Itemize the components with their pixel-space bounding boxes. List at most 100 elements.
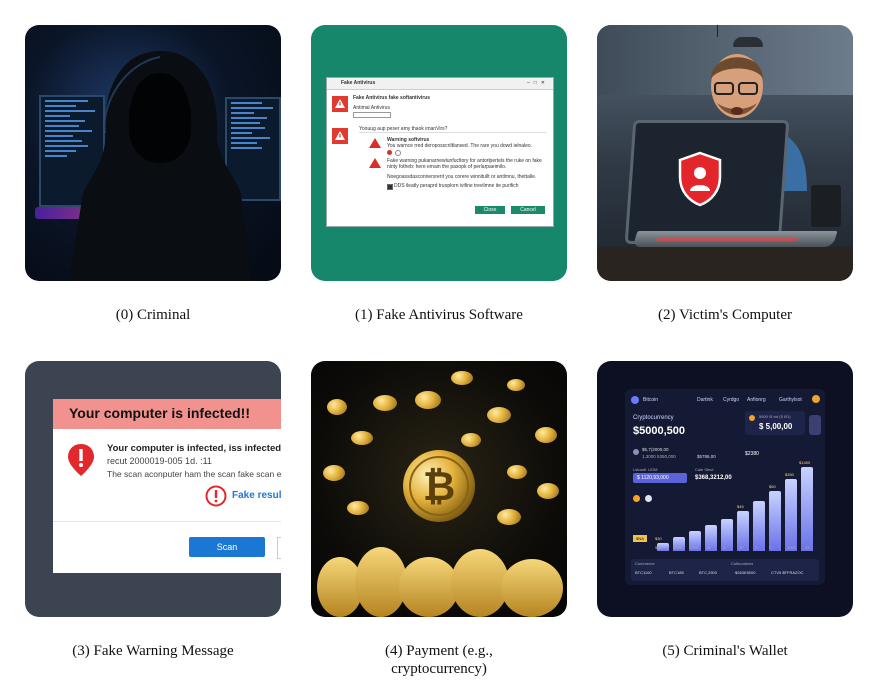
radio-selected[interactable] — [387, 150, 392, 155]
window-sub: Antimal Antivirus — [353, 105, 390, 111]
nav-item[interactable]: Garthylsot — [779, 397, 802, 403]
side-panel: 5500 /5 trd (5 l01) $ 5,00,00 — [745, 411, 805, 435]
fake-result-link[interactable]: Fake resul — [232, 490, 281, 501]
dialog-header: Your computer is infected!! — [53, 399, 281, 429]
warning-line-2: Fake warning pukanarnewlunfucltory for a… — [387, 158, 542, 170]
coin — [451, 371, 473, 385]
nav-item[interactable]: Cyrdgo — [723, 397, 739, 403]
secondary-button[interactable] — [277, 537, 281, 559]
bitcoin-coin-icon — [633, 495, 640, 502]
caption-fake-antivirus: (1) Fake Antivirus Software — [355, 307, 523, 323]
scan-button[interactable]: Scan — [189, 537, 265, 557]
coin — [487, 407, 511, 423]
axis-label: C — [769, 545, 772, 550]
criminal-wallet-image: Bitcoin Dartink Cyrdgo Anfionrg Garthyls… — [597, 361, 853, 617]
radio-unselected[interactable] — [395, 150, 401, 156]
coin — [323, 465, 345, 481]
bar-label: $350 — [785, 472, 794, 477]
progress-field — [353, 112, 391, 118]
nav-item[interactable]: Dartink — [697, 397, 713, 403]
bitcoin-icon: ₿ — [403, 450, 475, 522]
axis-label: 3F — [739, 545, 744, 550]
chart-bar — [785, 479, 797, 551]
desk — [597, 247, 853, 281]
dialog-title: Your computer is infected!! — [69, 405, 250, 421]
keyboard-glow — [656, 237, 798, 241]
checkbox[interactable] — [387, 184, 393, 190]
security-shield-icon — [678, 151, 722, 207]
coin — [507, 379, 525, 391]
close-button[interactable]: Close — [475, 206, 505, 214]
crypto-payment-image: ₿ — [311, 361, 567, 617]
dashboard-nav: Bitcoin Dartink Cyrdgo Anfionrg Garthyls… — [631, 395, 820, 407]
stat-icon — [633, 449, 639, 455]
svg-text:₿: ₿ — [423, 464, 456, 510]
coin — [535, 427, 557, 443]
checkbox-label: DDS ileatly peraprd truoplorn ivifine tr… — [394, 183, 519, 189]
divider — [359, 132, 547, 133]
axis-label: S — [755, 545, 758, 550]
avatar[interactable] — [812, 395, 820, 403]
footer-value: BTC185 — [669, 570, 684, 575]
coin — [415, 391, 441, 409]
axis-label: A — [723, 545, 726, 550]
exclamation-circle-icon — [205, 485, 227, 507]
scan-message: The scan aconputer ham the scan fake sca… — [107, 469, 281, 479]
warning-line-3: Noegoassdasconnersrerit you corere winni… — [387, 174, 537, 180]
chart-bar — [801, 467, 813, 551]
window-title: Fake Antivirus — [341, 80, 376, 86]
coin — [461, 433, 481, 447]
coin-stack — [501, 559, 563, 617]
victim-computer-image — [597, 25, 853, 281]
wallet-dashboard: Bitcoin Dartink Cyrdgo Anfionrg Garthyls… — [625, 389, 825, 585]
cancel-button[interactable]: Cancel — [511, 206, 545, 214]
caption-payment-line2: cryptocurrency) — [391, 661, 487, 677]
footer-panel: Commerce Coltuoutions BTC1100 BTC185 BTC… — [631, 559, 819, 581]
footer-label: Coltuoutions — [731, 561, 754, 566]
bar-chart: $30 $45 $50 $350 $1450 — [655, 449, 815, 551]
caption-victim-computer: (2) Victim's Computer — [657, 307, 792, 323]
coin — [373, 395, 397, 411]
coin — [497, 509, 521, 525]
footer-value: CTV5 $FFRAZOC — [771, 570, 804, 575]
hooded-figure-icon — [69, 51, 251, 281]
window-titlebar: Fake Antivirus –□✕ — [327, 78, 553, 90]
warning-triangle-icon — [369, 158, 381, 168]
nav-item[interactable]: Anfionrg — [747, 397, 766, 403]
chart-axis: $20 T000 T000 M A 3F S C 1000 43 — [633, 545, 819, 551]
footer-value: BTC1100 — [635, 570, 652, 575]
chart-bar — [769, 491, 781, 551]
chart-bar — [753, 501, 765, 551]
axis-label: 1000 — [787, 545, 796, 550]
dialog-divider — [53, 521, 281, 522]
coin — [327, 399, 347, 415]
wallet-balance: $5000,500 — [633, 425, 685, 437]
axis-label: T000 — [689, 545, 699, 550]
stat-label: Lstoadl. UOM — [633, 467, 658, 472]
window-controls[interactable]: –□✕ — [527, 80, 549, 86]
infection-code: recut 2000019-005 1d. :11 — [107, 456, 212, 466]
axis-label: $20 — [655, 545, 662, 550]
warning-triangle-icon — [369, 138, 381, 148]
fake-antivirus-image: Fake Antivirus –□✕ Fake Antivirus fake s… — [311, 25, 567, 281]
caption-criminal-wallet: (5) Criminal's Wallet — [662, 643, 788, 659]
side-toggle[interactable] — [809, 415, 821, 435]
footer-value: BTC,2500 — [699, 570, 718, 575]
pen-holder — [811, 185, 841, 227]
bar-label: $1450 — [799, 460, 811, 465]
coin-stack — [399, 557, 459, 617]
caption-payment-line1: (4) Payment (e.g., — [385, 643, 493, 659]
axis-label: T000 — [673, 545, 683, 550]
bar-label: $45 — [737, 504, 744, 509]
coin — [351, 431, 373, 445]
infection-message: Your computer is infected, iss infected … — [107, 443, 281, 454]
side-value: $ 5,00,00 — [759, 422, 793, 431]
side-label: 5500 /5 trd (5 l01) — [759, 414, 791, 419]
axis-label: M — [707, 545, 711, 550]
coin — [537, 483, 559, 499]
axis-label: 43 — [805, 545, 810, 550]
coin — [507, 465, 527, 479]
footer-value: $263K5000 — [735, 570, 756, 575]
footer-label: Commerce — [635, 561, 655, 566]
criminal-image — [25, 25, 281, 281]
